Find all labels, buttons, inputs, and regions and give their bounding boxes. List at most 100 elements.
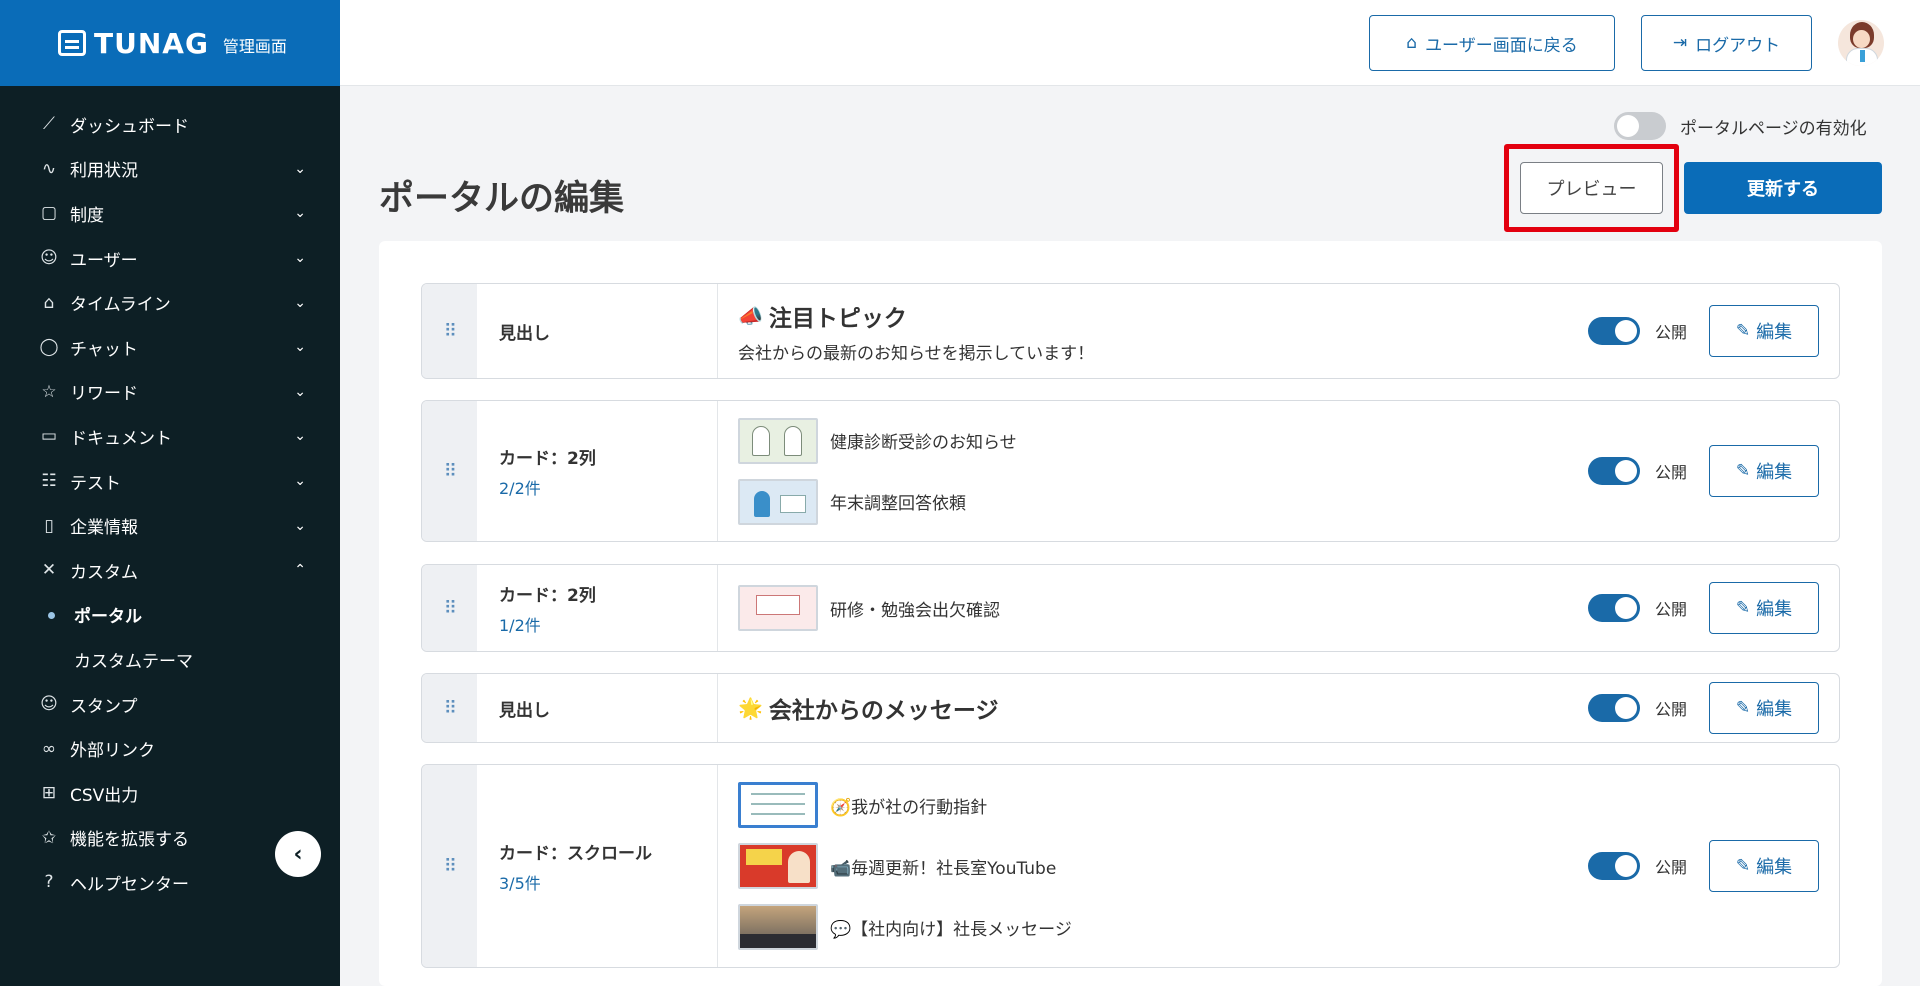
edit-label: 編集: [1756, 599, 1793, 620]
row-type: カード：2列: [499, 585, 596, 606]
public-label: 公開: [1654, 463, 1687, 482]
card-title: 研修・勉強会出欠確認: [830, 600, 1000, 621]
sidebar-item-label: リワード: [70, 384, 138, 405]
edit-button[interactable]: ✎ 編集: [1709, 582, 1819, 634]
edit-icon: ✎: [1735, 698, 1751, 718]
sidebar-nav: ⟋ ダッシュボード ∿ 利用状況 ⌄ ▢ 制度 ⌄ ☺ ユーザー ⌄ ⌂ タイム…: [0, 86, 340, 905]
edit-button[interactable]: ✎ 編集: [1709, 682, 1819, 734]
public-toggle[interactable]: [1587, 594, 1640, 622]
public-toggle[interactable]: [1587, 457, 1640, 485]
portal-row: ⠿ カード：2列 2/2件 健康診断受診のお知らせ 年末調整回答依頼 公開 ✎ …: [421, 400, 1840, 542]
public-toggle[interactable]: [1587, 317, 1640, 345]
sidebar-item-reward[interactable]: ☆ リワード ⌄: [0, 370, 340, 415]
sidebar-item-label: カスタム: [70, 562, 138, 583]
card-item: 健康診断受診のお知らせ: [738, 410, 1559, 471]
logout-label: ログアウト: [1695, 35, 1781, 56]
row-heading: 🌟 会社からのメッセージ: [738, 691, 1559, 725]
drag-handle-icon[interactable]: ⠿: [422, 565, 477, 651]
edit-button[interactable]: ✎ 編集: [1709, 445, 1819, 497]
sidebar-item-company[interactable]: ▯ 企業情報 ⌄: [0, 503, 340, 548]
sidebar-item-users[interactable]: ☺ ユーザー ⌄: [0, 236, 340, 281]
sidebar-item-chat[interactable]: ◯ チャット ⌄: [0, 325, 340, 370]
sidebar-item-test[interactable]: ☷ テスト ⌄: [0, 459, 340, 504]
sidebar-item-timeline[interactable]: ⌂ タイムライン ⌄: [0, 280, 340, 325]
row-count: 1/2件: [499, 615, 541, 635]
sidebar-item-stamps[interactable]: ☺ スタンプ: [0, 682, 340, 727]
sidebar-item-csv-export[interactable]: ⊞ CSV出力: [0, 771, 340, 816]
sidebar-item-label: タイムライン: [70, 295, 171, 316]
card-title: 🧭我が社の行動指針: [830, 797, 988, 818]
chevron-down-icon: ⌄: [294, 428, 306, 445]
logout-button[interactable]: ⇥ ログアウト: [1641, 15, 1812, 71]
sidebar-item-label: 外部リンク: [70, 741, 155, 762]
card-title: 健康診断受診のお知らせ: [830, 433, 1017, 453]
sidebar-item-external-links[interactable]: ∞ 外部リンク: [0, 726, 340, 771]
sidebar-collapse-button[interactable]: ‹: [275, 831, 321, 877]
public-toggle[interactable]: [1587, 694, 1640, 722]
sidebar-item-documents[interactable]: ▭ ドキュメント ⌄: [0, 414, 340, 459]
sidebar-item-system[interactable]: ▢ 制度 ⌄: [0, 191, 340, 236]
edit-label: 編集: [1756, 857, 1793, 878]
row-heading: 📣 注目トピック: [738, 299, 1559, 333]
sidebar-item-label: 利用状況: [70, 161, 138, 182]
edit-icon: ✎: [1735, 598, 1751, 618]
link-icon: ∞: [41, 738, 57, 759]
chart-line-icon: ⟋: [43, 114, 55, 135]
card-item: 年末調整回答依頼: [738, 471, 1559, 532]
sidebar-item-label: テスト: [70, 473, 121, 494]
chevron-down-icon: ⌄: [294, 383, 306, 400]
card-thumbnail: [738, 904, 818, 950]
back-to-user-screen-button[interactable]: ⌂ ユーザー画面に戻る: [1369, 15, 1615, 71]
card-thumbnail: [738, 843, 818, 889]
chevron-up-icon: ⌃: [294, 562, 306, 579]
public-toggle[interactable]: [1587, 852, 1640, 880]
sidebar-item-usage[interactable]: ∿ 利用状況 ⌄: [0, 147, 340, 192]
edit-icon: ✎: [1735, 321, 1751, 341]
building-icon: ▯: [44, 515, 54, 536]
help-icon: ?: [44, 872, 54, 893]
row-type: 見出し: [499, 700, 550, 721]
edit-button[interactable]: ✎ 編集: [1709, 305, 1819, 357]
portal-enable-toggle[interactable]: [1614, 112, 1666, 140]
sidebar-item-label: 企業情報: [70, 518, 138, 539]
row-type: 見出し: [499, 323, 550, 344]
star-icon: 🌟: [738, 696, 763, 720]
portal-row: ⠿ カード：2列 1/2件 研修・勉強会出欠確認 公開 ✎ 編集: [421, 564, 1840, 652]
megaphone-icon: 📣: [738, 303, 763, 328]
smile-icon: ☺: [40, 694, 58, 715]
sidebar-subitem-portal[interactable]: ポータル: [0, 593, 340, 638]
drag-handle-icon[interactable]: ⠿: [422, 674, 477, 742]
row-heading-text: 会社からのメッセージ: [768, 698, 999, 724]
card-title: 年末調整回答依頼: [830, 494, 966, 514]
card-thumbnail: [738, 782, 818, 828]
back-to-user-screen-label: ユーザー画面に戻る: [1425, 35, 1578, 56]
public-label: 公開: [1654, 323, 1687, 342]
card-thumbnail: [738, 478, 818, 525]
card-item: 💬【社内向け】社長メッセージ: [738, 897, 1559, 958]
portal-row: ⠿ 見出し 📣 注目トピック 会社からの最新のお知らせを掲示しています！ 公開 …: [421, 283, 1840, 379]
card-item: 研修・勉強会出欠確認: [738, 578, 1559, 639]
sidebar-item-label: 制度: [70, 205, 104, 226]
avatar[interactable]: [1838, 20, 1884, 66]
preview-button[interactable]: プレビュー: [1520, 162, 1663, 214]
card-title: 📹毎週更新！社長室YouTube: [830, 858, 1057, 879]
sidebar-item-custom[interactable]: ✕ カスタム ⌃: [0, 548, 340, 593]
sidebar: TUNAG 管理画面 ⟋ ダッシュボード ∿ 利用状況 ⌄ ▢ 制度 ⌄ ☺ ユ…: [0, 0, 340, 986]
edit-button[interactable]: ✎ 編集: [1709, 840, 1819, 892]
chevron-down-icon: ⌄: [294, 517, 306, 534]
drag-handle-icon[interactable]: ⠿: [422, 401, 477, 541]
book-icon: ▢: [40, 203, 58, 224]
update-button[interactable]: 更新する: [1684, 162, 1882, 214]
brand-name: TUNAG: [94, 26, 209, 60]
sidebar-item-dashboard[interactable]: ⟋ ダッシュボード: [0, 102, 340, 147]
card-thumbnail: [738, 585, 818, 631]
chevron-down-icon: ⌄: [294, 339, 306, 356]
portal-enable-label: ポータルページの有効化: [1680, 118, 1867, 139]
brand-header[interactable]: TUNAG 管理画面: [0, 0, 340, 86]
star-icon: ☆: [41, 381, 57, 402]
sidebar-subitem-custom-theme[interactable]: カスタムテーマ: [0, 637, 340, 682]
drag-handle-icon[interactable]: ⠿: [422, 284, 477, 378]
drag-handle-icon[interactable]: ⠿: [422, 765, 477, 967]
brand-subtitle: 管理画面: [222, 37, 287, 56]
chevron-down-icon: ⌄: [294, 205, 306, 222]
